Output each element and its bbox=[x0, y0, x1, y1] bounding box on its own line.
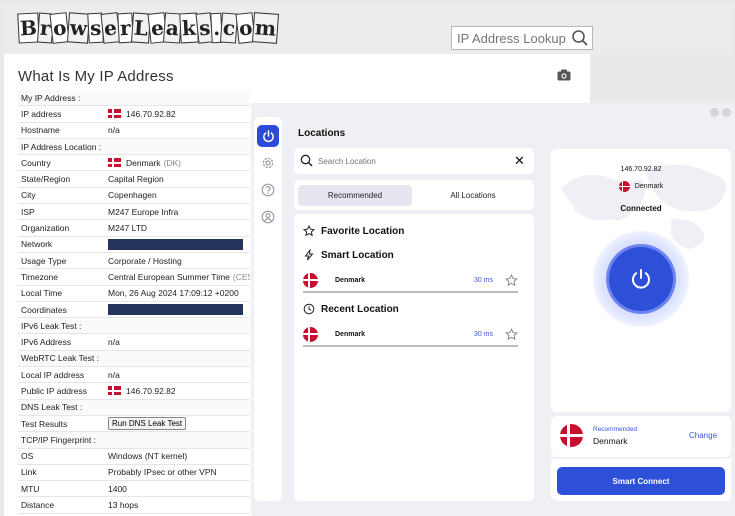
table-row: Usage Type Corporate / Hosting bbox=[18, 253, 250, 270]
table-row: Distance 13 hops bbox=[18, 497, 250, 514]
connection-status-panel: 146.70.92.82 Denmark Connected bbox=[551, 149, 731, 412]
table-row: TimezoneCentral European Summer Time(CES bbox=[18, 269, 250, 286]
table-row: Organization M247 LTD bbox=[18, 220, 250, 237]
connected-ip: 146.70.92.82 bbox=[620, 166, 662, 173]
help-icon bbox=[261, 183, 275, 197]
site-logo[interactable]: BrowserLeaks.com bbox=[17, 10, 280, 46]
user-icon bbox=[261, 210, 275, 224]
ip-lookup-input[interactable] bbox=[452, 27, 570, 49]
sidebar-item-settings[interactable] bbox=[257, 152, 279, 174]
smart-connect-button[interactable]: Smart Connect bbox=[557, 467, 725, 495]
tab-all-locations[interactable]: All Locations bbox=[416, 185, 530, 206]
lightning-icon bbox=[304, 249, 314, 261]
connection-status: Connected bbox=[620, 204, 662, 213]
section-dns: DNS Leak Test : bbox=[18, 399, 250, 416]
power-button[interactable] bbox=[609, 247, 673, 311]
table-row: IP address 146.70.92.82 bbox=[18, 106, 250, 123]
table-row: Link Probably IPsec or other VPN bbox=[18, 465, 250, 482]
locations-title: Locations bbox=[298, 128, 346, 139]
table-row: ISP M247 Europe Infra bbox=[18, 204, 250, 221]
denmark-flag-icon bbox=[108, 386, 121, 396]
table-row: Test Results Run DNS Leak Test bbox=[18, 416, 250, 433]
table-row: State/Region Capital Region bbox=[18, 171, 250, 188]
window-controls bbox=[710, 108, 731, 117]
favorite-star-icon[interactable] bbox=[505, 327, 518, 341]
section-ipv6: IPv6 Leak Test : bbox=[18, 318, 250, 335]
recommended-card: Recommended Denmark Change bbox=[551, 416, 731, 457]
table-row: OS Windows (NT kernel) bbox=[18, 449, 250, 465]
section-my-ip: My IP Address : bbox=[18, 90, 250, 107]
clock-icon bbox=[303, 303, 315, 315]
ip-info-table: My IP Address : IP address 146.70.92.82 H… bbox=[18, 90, 250, 514]
tab-recommended[interactable]: Recommended bbox=[298, 185, 412, 206]
location-list: Favorite Location Smart Location Denmark… bbox=[294, 214, 534, 501]
search-icon[interactable] bbox=[571, 29, 589, 47]
sidebar-item-account[interactable] bbox=[257, 206, 279, 228]
section-tcp: TCP/IP Fingerprint : bbox=[18, 432, 250, 449]
location-search-input[interactable] bbox=[318, 152, 498, 170]
connected-country: Denmark bbox=[551, 181, 731, 192]
table-row: MTU 1400 bbox=[18, 481, 250, 498]
recent-location-header: Recent Location bbox=[303, 303, 399, 315]
close-window-button[interactable] bbox=[722, 108, 731, 117]
denmark-flag-icon bbox=[303, 326, 318, 342]
search-icon bbox=[300, 154, 313, 167]
smart-connect-area: Smart Connect bbox=[551, 459, 731, 501]
denmark-flag-icon bbox=[560, 424, 583, 447]
camera-icon[interactable] bbox=[557, 69, 571, 81]
power-icon bbox=[632, 269, 650, 289]
site-header: BrowserLeaks.com bbox=[4, 4, 731, 54]
table-row: Local Time Mon, 26 Aug 2024 17:09:12 +020… bbox=[18, 286, 250, 302]
table-row: Country Denmark (DK) bbox=[18, 155, 250, 172]
smart-location-header: Smart Location bbox=[303, 249, 394, 261]
star-icon bbox=[303, 225, 315, 237]
run-dns-leak-test-button[interactable]: Run DNS Leak Test bbox=[108, 417, 187, 431]
smart-location-item[interactable]: Denmark 30 ms bbox=[303, 269, 518, 293]
minimize-button[interactable] bbox=[710, 108, 719, 117]
redacted-coordinates bbox=[108, 304, 243, 315]
table-row: Coordinates bbox=[18, 302, 250, 319]
section-webrtc: WebRTC Leak Test : bbox=[18, 350, 250, 368]
recommended-label: Recommended bbox=[593, 426, 638, 433]
recommended-country: Denmark bbox=[593, 436, 628, 446]
change-location-link[interactable]: Change bbox=[689, 431, 717, 440]
section-location: IP Address Location : bbox=[18, 138, 250, 156]
gear-icon bbox=[262, 157, 274, 169]
vpn-sidebar bbox=[254, 117, 282, 501]
page-title: What Is My IP Address bbox=[18, 68, 174, 85]
favorite-location-header: Favorite Location bbox=[303, 225, 404, 237]
table-row: Public IP address 146.70.92.82 bbox=[18, 383, 250, 400]
table-row: City Copenhagen bbox=[18, 188, 250, 205]
denmark-flag-icon bbox=[618, 181, 630, 192]
close-icon[interactable]: ✕ bbox=[514, 154, 525, 168]
ip-lookup-search[interactable] bbox=[451, 26, 593, 50]
redacted-network bbox=[108, 238, 243, 250]
sidebar-item-help[interactable] bbox=[257, 179, 279, 201]
table-row: Network bbox=[18, 237, 250, 253]
denmark-flag-icon bbox=[108, 109, 121, 119]
power-icon bbox=[262, 129, 274, 142]
location-tabs: Recommended All Locations bbox=[294, 180, 534, 210]
denmark-flag-icon bbox=[303, 272, 318, 288]
denmark-flag-icon bbox=[108, 158, 121, 168]
recent-location-item[interactable]: Denmark 30 ms bbox=[303, 323, 518, 347]
table-row: Local IP address n/a bbox=[18, 367, 250, 384]
table-row: Hostname n/a bbox=[18, 123, 250, 139]
table-row: IPv6 Address n/a bbox=[18, 334, 250, 351]
favorite-star-icon[interactable] bbox=[505, 273, 518, 287]
location-search[interactable]: ✕ bbox=[294, 148, 534, 174]
sidebar-item-connect[interactable] bbox=[257, 125, 279, 147]
vpn-app-window: Locations ✕ Recommended All Locations Fa… bbox=[251, 103, 735, 516]
